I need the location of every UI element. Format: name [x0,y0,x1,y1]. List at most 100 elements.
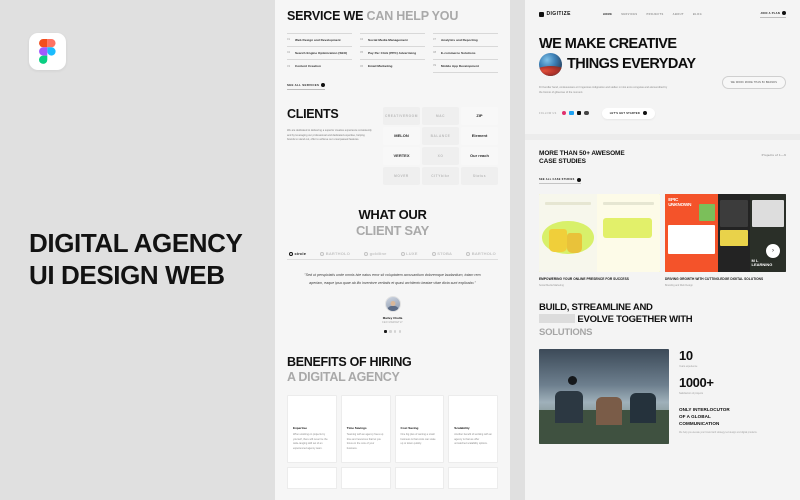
testimonial-logo-tab[interactable]: LUXE [400,251,418,256]
thumb-panel [720,200,748,227]
nav-link-services[interactable]: SERVICES [621,13,637,16]
nav-links: HOME SERVICES PROJECTS ABOUT BLOG [603,13,702,16]
build-section: BUILD, STREAMLINE AND EVOLVE TOGETHER WI… [525,287,800,339]
build-heading-line2: EVOLVE TOGETHER WITH [577,314,693,326]
testimonial-logo-tab[interactable]: goldline [364,251,386,256]
client-logo[interactable]: Element [461,126,498,145]
benefits-heading-dark: BENEFITS OF HIRING [287,354,412,369]
service-item-number: 08 [433,51,437,55]
client-logo[interactable]: MAC [422,106,459,125]
nav-link-about[interactable]: ABOUT [673,13,684,16]
sparkle-icon: ✦ [545,43,549,49]
client-logo[interactable]: MOVER [383,166,420,185]
carousel-dot[interactable] [389,330,392,333]
see-all-case-studies-button[interactable]: SEE ALL CASE STUDIES [539,177,581,185]
service-item[interactable]: 07 Analytics and Reporting [433,32,498,46]
client-logo[interactable]: CITYbike [422,166,459,185]
sparkle-icon: ✦ [575,65,579,71]
testimonial-logo-tab[interactable]: BARTHOLO [320,251,350,256]
lets-get-started-button[interactable]: LET'S GET STARTED [601,107,656,119]
service-section: SERVICE WE CAN HELP YOU 01 Web Design an… [275,0,510,91]
hero-heading-line2: THINGS EVERYDAY [567,55,696,72]
carousel-dot[interactable] [383,330,387,333]
benefit-card[interactable]: Expertise When working on projects by yo… [287,395,337,464]
circle-icon [364,251,369,256]
thumb-panel-right: M L LEARNING [749,194,786,273]
thumb-panel-left [539,194,598,273]
client-logo[interactable]: BALANCE [422,126,459,145]
service-item[interactable]: 08 E-commerce Solutions [433,45,498,59]
nav-link-blog[interactable]: BLOG [693,13,702,16]
client-logo[interactable]: CREATIVEROOM [383,106,420,125]
hero-heading-line1: WE MAKE CREATIVE [539,35,677,52]
service-item[interactable]: 01 Web Design and Development [287,32,352,46]
see-all-services-button[interactable]: SEE ALL SERVICES [287,82,326,90]
placeholder-block [539,314,575,324]
circle-icon [320,251,325,256]
testimonial-logo-tab[interactable]: circle [289,251,306,256]
case-studies-count: Projects of 1—9 [761,152,786,157]
testimonial-section: WHAT OUR CLIENT SAY circle BARTHOLO gold… [275,185,510,333]
client-logo[interactable]: ZIP [461,106,498,125]
client-logo[interactable]: MELON [383,126,420,145]
benefit-card[interactable] [287,467,337,490]
testimonial-author-role: CEO MARKETLY [382,321,403,325]
client-logo-grid: CREATIVEROOM MAC ZIP MELON BALANCE Eleme… [383,106,498,185]
service-item-label: Analytics and Reporting [441,37,478,42]
nav-link-home[interactable]: HOME [603,13,612,16]
testimonial-logo-tab[interactable]: BARTHOLO [466,251,496,256]
service-item[interactable]: 05 Pay Per Click (PPC) Advertising [360,45,425,59]
thumb-product-b [566,233,582,253]
twitter-icon[interactable] [569,110,574,116]
team-photo [539,349,669,445]
thumb-text-block [603,202,654,206]
nav-link-projects[interactable]: PROJECTS [646,13,663,16]
testimonial-logo-tab[interactable]: STOBA [431,251,452,256]
build-heading-line2-row: EVOLVE TOGETHER WITH [539,314,786,326]
benefit-copy: Another benefit of working with an agenc… [454,433,492,446]
dribbble-icon[interactable] [584,110,589,116]
case-study-card[interactable]: EMPOWERING YOUR ONLINE PRESENCE FOR SUCC… [539,194,660,287]
service-item-label: Search Engine Optimization (SEO) [295,50,348,55]
benefits-grid-row2 [287,467,498,490]
benefit-card[interactable]: Time Savings Teaming with an agency free… [340,395,391,464]
benefit-card[interactable]: Scalability Another benefit of working w… [448,395,498,464]
benefit-card[interactable] [394,467,445,490]
thumb-panel-right [597,194,660,273]
site-navbar: DIGITIZE HOME SERVICES PROJECTS ABOUT BL… [525,0,800,18]
behance-icon[interactable] [576,110,582,116]
thumb-heading: EPIC UNKNOWN [668,197,692,207]
client-logo[interactable]: VERTEX [383,146,420,165]
benefit-card[interactable]: Cost Saving One big plus of owning a sma… [394,395,445,464]
benefit-card[interactable] [448,467,498,490]
stat-label: Satisfaction of projects [679,392,704,396]
client-logo[interactable]: Status [461,166,498,185]
hero-brands-pill[interactable]: WE WORK MORE THAN 50 BRANDS [721,75,786,89]
service-item-number: 05 [360,51,364,55]
instagram-icon[interactable] [561,110,567,116]
arrow-circle-icon [643,111,648,116]
left-title-panel: DIGITAL AGENCY UI DESIGN WEB [0,0,275,500]
avatar [384,295,401,312]
client-logo[interactable]: XO [422,146,459,165]
service-item[interactable]: 02 Search Engine Optimization (SEO) [287,45,352,59]
carousel-dot[interactable] [398,330,402,333]
brand-logo[interactable]: DIGITIZE [539,11,571,17]
thumb-panel-mid [718,194,750,273]
case-study-card[interactable]: EPIC UNKNOWN M L LEARNING DRIVING GROWTH… [665,194,786,287]
service-item[interactable]: 09 Mobile App Development [433,58,498,73]
testimonial-logo-label: BARTHOLO [471,251,496,257]
service-heading: SERVICE WE CAN HELP YOU [287,9,498,24]
service-item[interactable]: 04 Social Media Management [360,32,425,46]
thumb-panel-left: EPIC UNKNOWN [665,194,719,273]
thumb-panel [751,200,784,227]
benefits-section: BENEFITS OF HIRING A DIGITAL AGENCY Expe… [275,333,510,490]
service-item[interactable]: 03 Content Creation [287,58,352,73]
logo-mark-icon [539,11,544,17]
benefit-card[interactable] [340,467,391,490]
service-item[interactable]: 06 Email Marketing [360,58,425,73]
service-item-label: Social Media Management [368,37,408,42]
service-item-label: Web Design and Development [295,37,341,42]
client-logo[interactable]: Our reach [461,146,498,165]
service-item-number: 07 [433,38,437,42]
